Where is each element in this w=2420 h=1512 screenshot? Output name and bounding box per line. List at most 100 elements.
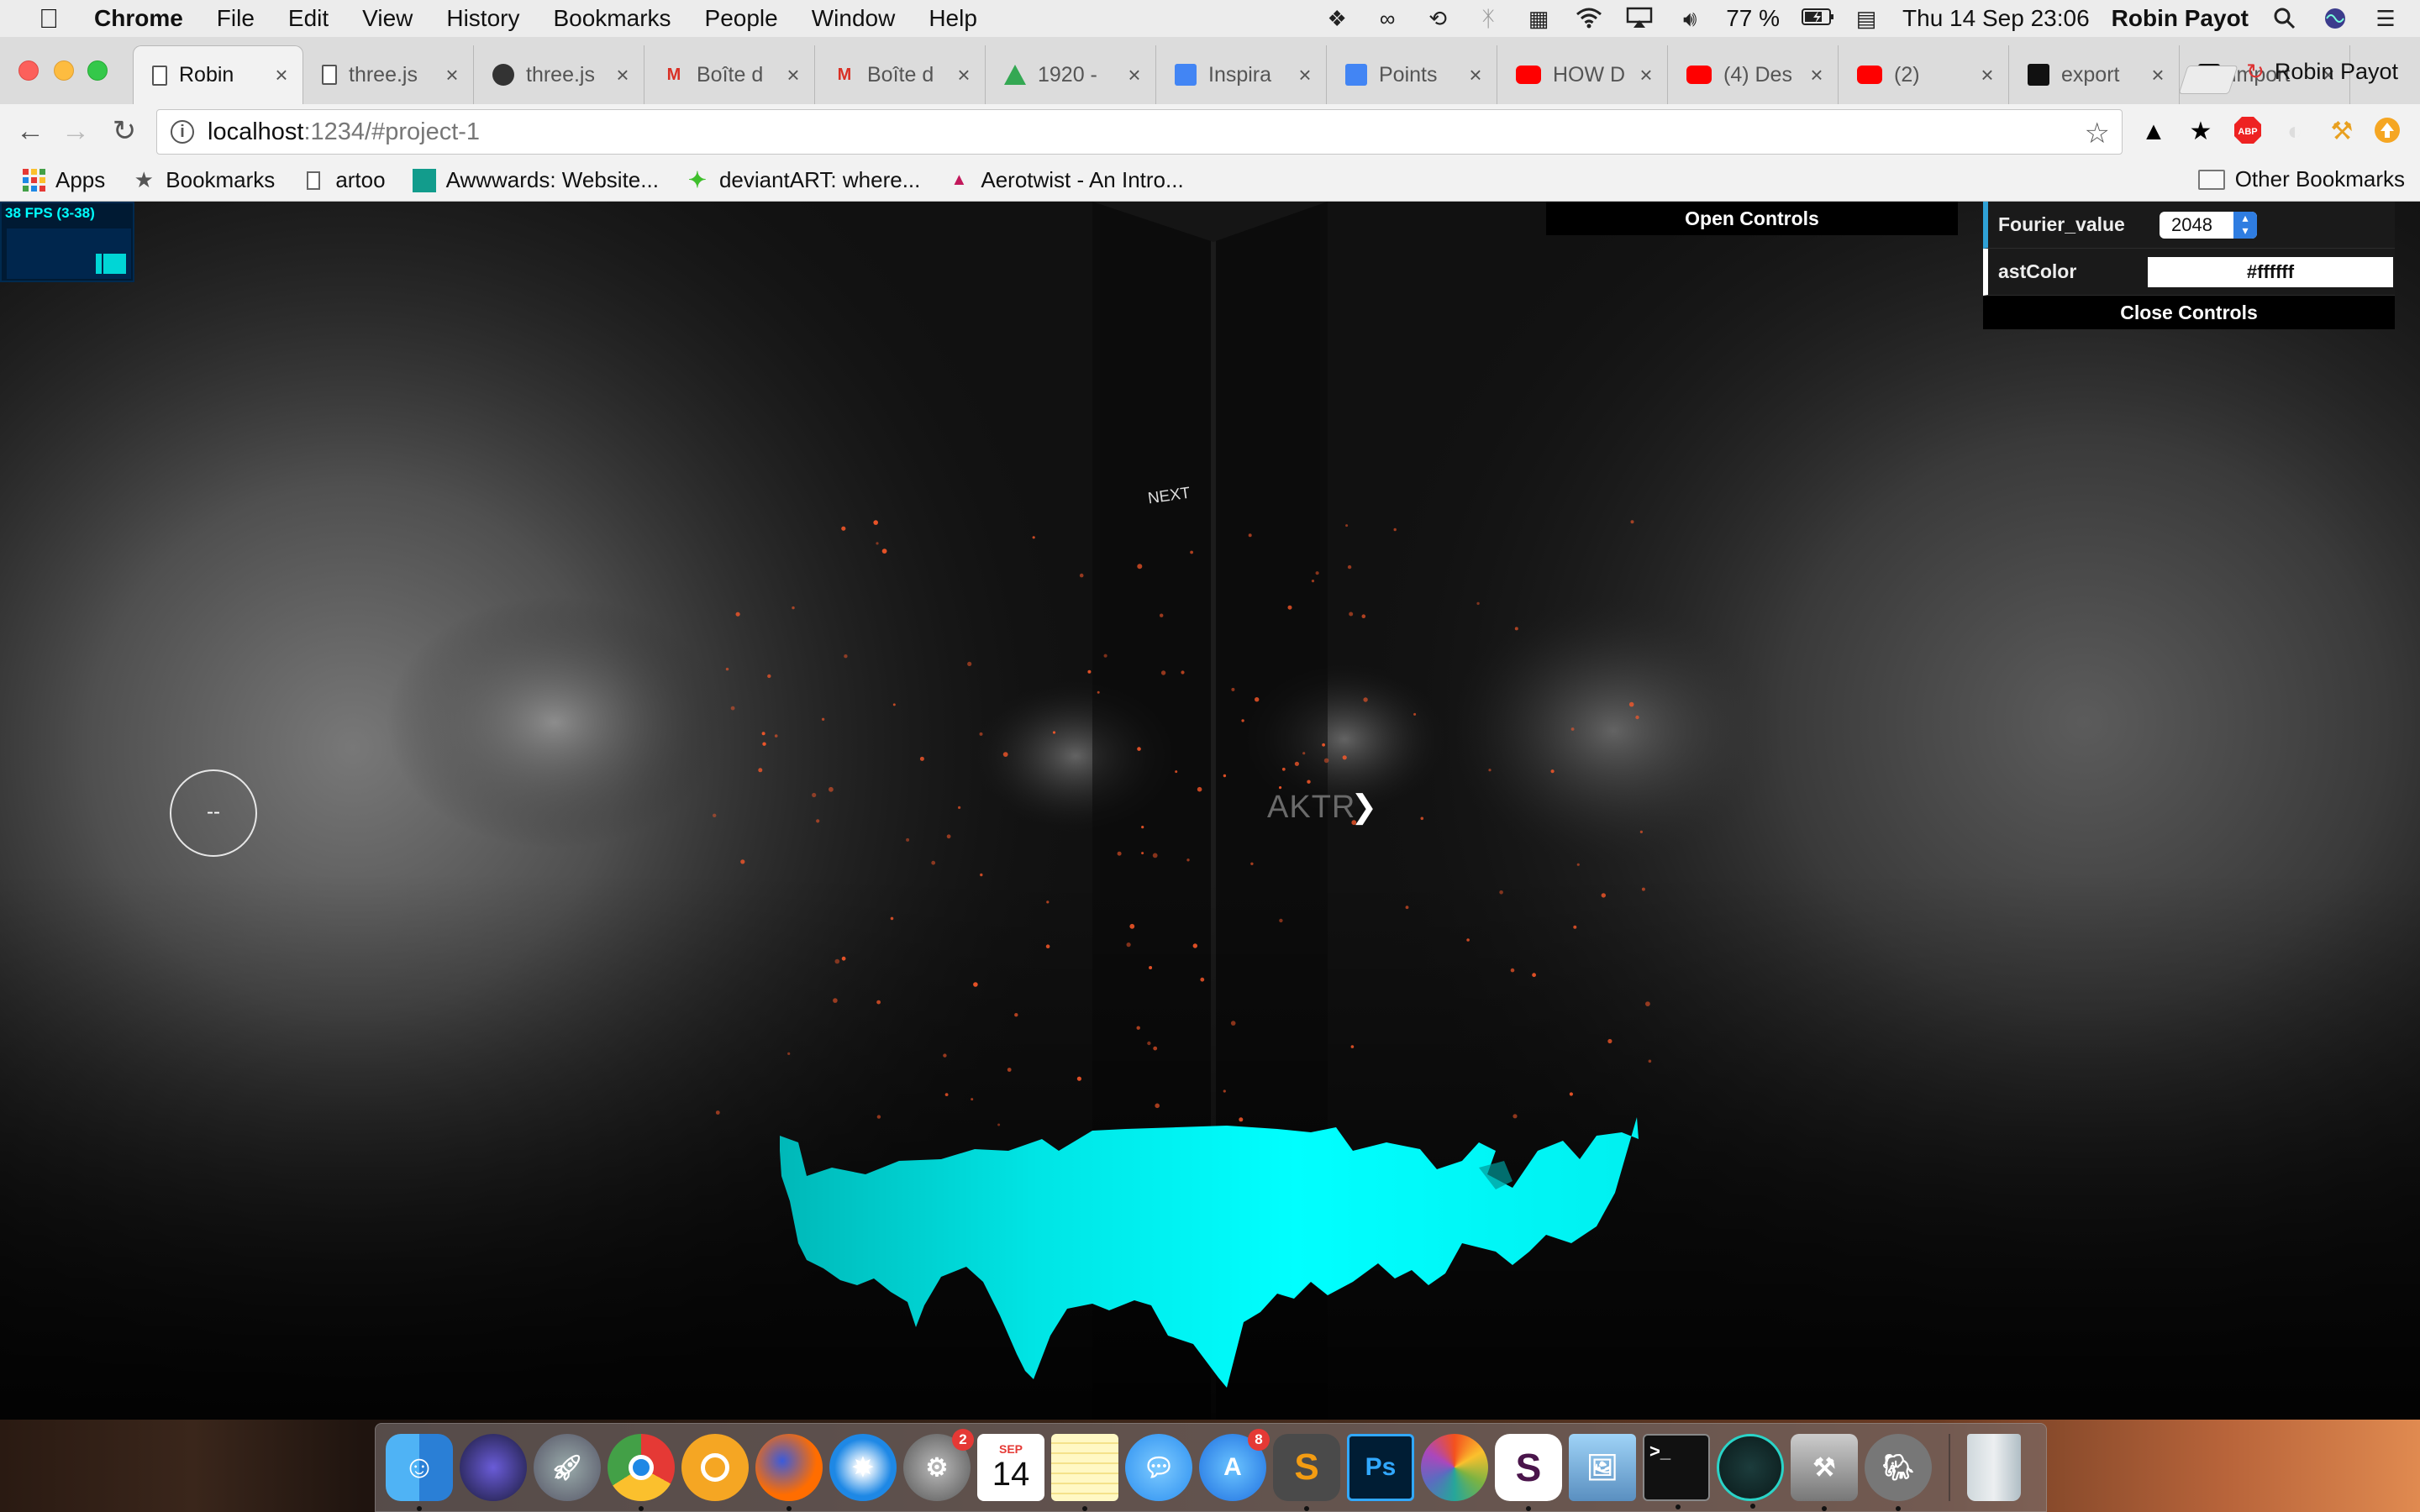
volume-icon[interactable]: 🔊︎ [1676, 7, 1704, 30]
wifi-icon[interactable] [1575, 7, 1603, 30]
tab[interactable]: Points × [1327, 45, 1497, 104]
tool-extension-icon[interactable]: ⚒ [2326, 116, 2358, 148]
dropbox-icon[interactable]: ❖ [1323, 7, 1351, 30]
select-stepper-icon[interactable]: ▴ ▾ [2233, 212, 2257, 239]
menu-people[interactable]: People [705, 5, 778, 32]
spotlight-search-icon[interactable] [2270, 7, 2299, 30]
tab[interactable]: Inspira × [1156, 45, 1327, 104]
menu-window[interactable]: Window [812, 5, 896, 32]
tab[interactable]: three.js × [303, 45, 474, 104]
window-minimize-button[interactable] [54, 60, 74, 81]
forward-arrow-icon[interactable]: → [55, 111, 96, 151]
pinterest-extension-icon[interactable]: ★ [2185, 116, 2217, 148]
close-tab-icon[interactable]: × [1463, 62, 1488, 88]
preview-icon[interactable]: 🖼︎ [1569, 1434, 1636, 1501]
time-machine-icon[interactable]: ⟲ [1423, 7, 1452, 30]
close-tab-icon[interactable]: × [2145, 62, 2170, 88]
gitkraken-icon[interactable] [1717, 1434, 1784, 1509]
calendar-menu-icon[interactable]: ▤ [1852, 7, 1881, 30]
finder-icon[interactable]: ☺ [386, 1434, 453, 1511]
chrome-canary-icon[interactable] [681, 1434, 749, 1501]
sequel-pro-icon[interactable]: 🐘︎ [1865, 1434, 1932, 1511]
close-tab-icon[interactable]: × [1975, 62, 2000, 88]
close-tab-icon[interactable]: × [439, 62, 465, 88]
launchpad-icon[interactable]: 🚀︎ [534, 1434, 601, 1501]
bookmark-star-icon[interactable]: ☆ [2085, 117, 2110, 150]
adblock-extension-icon[interactable]: ABP [2232, 116, 2264, 148]
tab[interactable]: Robin × [133, 45, 303, 104]
close-tab-icon[interactable]: × [1292, 62, 1318, 88]
photoshop-icon[interactable]: Ps [1347, 1434, 1414, 1501]
webgl-viewport[interactable]: 38 FPS (3-38) Open Controls Fourier_valu… [0, 202, 2420, 1420]
grayed-extension-icon[interactable]: ◐ [2279, 116, 2311, 148]
memory-icon[interactable]: ▦ [1524, 7, 1553, 30]
photos-icon[interactable] [1421, 1434, 1488, 1501]
menu-file[interactable]: File [217, 5, 255, 32]
tab[interactable]: M Boîte d × [644, 45, 815, 104]
battery-charging-icon[interactable] [1802, 7, 1834, 30]
creative-cloud-icon[interactable]: ∞ [1373, 7, 1402, 30]
chevron-right-icon[interactable]: ❯ [1350, 790, 1378, 825]
slack-icon[interactable]: S [1495, 1434, 1562, 1511]
menu-chrome[interactable]: Chrome [94, 5, 183, 32]
sublime-text-icon[interactable]: S [1273, 1434, 1340, 1511]
menu-history[interactable]: History [446, 5, 519, 32]
orange-extension-icon[interactable] [2371, 116, 2403, 148]
bookmark-bookmarks[interactable]: ★ Bookmarks [132, 167, 276, 193]
menu-view[interactable]: View [362, 5, 413, 32]
close-controls-button[interactable]: Close Controls [1983, 296, 2395, 329]
other-bookmarks[interactable]: Other Bookmarks [2197, 166, 2405, 192]
close-tab-icon[interactable]: × [951, 62, 976, 88]
terminal-icon[interactable]: >_ [1643, 1434, 1710, 1509]
firefox-icon[interactable] [755, 1434, 823, 1511]
reload-icon[interactable]: ↻ [104, 111, 145, 151]
close-tab-icon[interactable]: × [269, 62, 294, 88]
close-tab-icon[interactable]: × [1804, 62, 1829, 88]
siri-icon[interactable] [460, 1434, 527, 1501]
tab[interactable]: (4) Des × [1668, 45, 1839, 104]
close-tab-icon[interactable]: × [781, 62, 806, 88]
trash-icon[interactable] [1967, 1434, 2021, 1501]
safari-icon[interactable]: ✵ [829, 1434, 897, 1501]
address-bar[interactable]: i localhost :1234/#project-1 ☆ [156, 109, 2123, 155]
bookmark-apps[interactable]: Apps [22, 167, 105, 193]
open-controls-button[interactable]: Open Controls [1546, 202, 1958, 235]
bookmark-deviantart[interactable]: ✦ deviantART: where... [686, 167, 920, 193]
system-preferences-icon[interactable]: ⚙ 2 [903, 1429, 974, 1501]
chrome-icon[interactable] [608, 1434, 675, 1511]
project-title[interactable]: AKTR❯ [1267, 788, 1378, 826]
tab[interactable]: HOW D × [1497, 45, 1668, 104]
menu-help[interactable]: Help [929, 5, 977, 32]
drive-extension-icon[interactable]: ▲ [2138, 116, 2170, 148]
scene-canvas[interactable] [0, 202, 2420, 1420]
app-store-icon[interactable]: A8 [1199, 1429, 1270, 1501]
close-tab-icon[interactable]: × [610, 62, 635, 88]
calendar-icon[interactable]: SEP 14 [977, 1434, 1044, 1501]
user-menu[interactable]: Robin Payot [2112, 5, 2249, 32]
messages-icon[interactable]: 💬︎ [1125, 1434, 1192, 1501]
bluetooth-icon[interactable]: ᛡ [1474, 7, 1502, 30]
tab[interactable]: export × [2009, 45, 2180, 104]
window-zoom-button[interactable] [87, 60, 108, 81]
menu-edit[interactable]: Edit [288, 5, 329, 32]
bookmark-awwwards[interactable]: Awwwards: Website... [412, 167, 659, 193]
close-tab-icon[interactable]: × [1634, 62, 1659, 88]
menu-bookmarks[interactable]: Bookmarks [553, 5, 671, 32]
siri-icon[interactable] [2321, 7, 2349, 30]
automator-icon[interactable]: ⚒ [1791, 1434, 1858, 1511]
fps-stats-panel[interactable]: 38 FPS (3-38) [0, 202, 134, 282]
tab[interactable]: (2) × [1839, 45, 2009, 104]
apple-menu-icon[interactable]:  [32, 3, 66, 34]
new-tab-button[interactable] [2178, 66, 2238, 94]
bookmark-artoo[interactable]: artoo [302, 167, 386, 193]
back-arrow-icon[interactable]: ← [10, 111, 50, 151]
tab[interactable]: M Boîte d × [815, 45, 986, 104]
bookmark-aerotwist[interactable]: ▲ Aerotwist - An Intro... [947, 167, 1183, 193]
tab[interactable]: three.js × [474, 45, 644, 104]
notification-center-icon[interactable]: ☰ [2371, 7, 2400, 30]
ast-color-input[interactable]: #ffffff [2148, 257, 2393, 287]
fourier-value-select[interactable]: 2048 ▴ ▾ [2160, 212, 2257, 239]
profile-button[interactable]: ↻ Robin Payot [2246, 59, 2398, 85]
window-close-button[interactable] [18, 60, 39, 81]
site-info-icon[interactable]: i [171, 120, 194, 144]
